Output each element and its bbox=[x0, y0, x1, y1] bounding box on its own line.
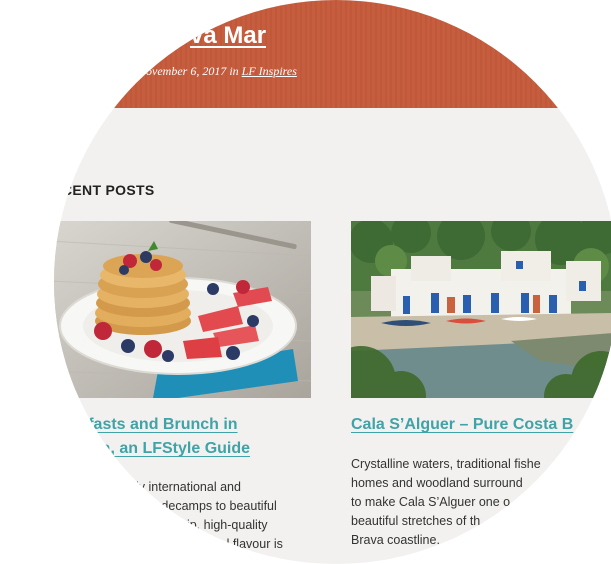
excerpt-line: to make Cala S’Alguer one o bbox=[351, 495, 511, 509]
excerpt-line: Brava coastline. bbox=[351, 533, 440, 547]
blog-page: va Mar ovember 6, 2017 in LF Inspires CE… bbox=[54, 0, 611, 564]
excerpt-line: Crystalline waters, traditional fishe bbox=[351, 457, 541, 471]
post-meta: ovember 6, 2017 in LF Inspires bbox=[146, 64, 297, 79]
excerpt-line: ly international and bbox=[136, 480, 241, 494]
excerpt-line: global flavour is bbox=[196, 537, 283, 551]
pancakes-illustration bbox=[54, 221, 311, 398]
post-category-link[interactable]: LF Inspires bbox=[242, 64, 297, 78]
excerpt-line: homes and woodland surround bbox=[351, 476, 523, 490]
recent-posts-heading: CENT POSTS bbox=[62, 182, 155, 198]
post-date: ovember 6, 2017 in bbox=[146, 64, 242, 78]
excerpt-line: hip, high-quality bbox=[180, 518, 268, 532]
post-excerpt-1: ly international and e decamps to beauti… bbox=[136, 478, 336, 564]
post-header-banner: va Mar ovember 6, 2017 in LF Inspires bbox=[54, 0, 611, 108]
post-title-link-1[interactable]: rfasts and Brunch in ona, an LFStyle Gui… bbox=[82, 413, 342, 461]
post-title-link-2[interactable]: Cala S’Alguer – Pure Costa B bbox=[351, 413, 611, 437]
post-title-link[interactable]: va Mar bbox=[190, 22, 266, 50]
post-title-line: rfasts and Brunch in bbox=[82, 416, 238, 433]
post-title-line: ona, an LFStyle Guide bbox=[82, 440, 251, 457]
magnifier-lens: va Mar ovember 6, 2017 in LF Inspires CE… bbox=[54, 0, 611, 564]
post-excerpt-2: Crystalline waters, traditional fishe ho… bbox=[351, 455, 611, 550]
excerpt-line: beautiful stretches of th bbox=[351, 514, 481, 528]
excerpt-line: e decamps to beautiful bbox=[151, 499, 277, 513]
pancakes-image[interactable] bbox=[54, 221, 311, 398]
cala-salguer-image[interactable] bbox=[351, 221, 611, 398]
excerpt-line: er bbox=[254, 556, 266, 564]
post-title-line: Cala S’Alguer – Pure Costa B bbox=[351, 416, 574, 433]
coast-illustration bbox=[351, 221, 611, 398]
